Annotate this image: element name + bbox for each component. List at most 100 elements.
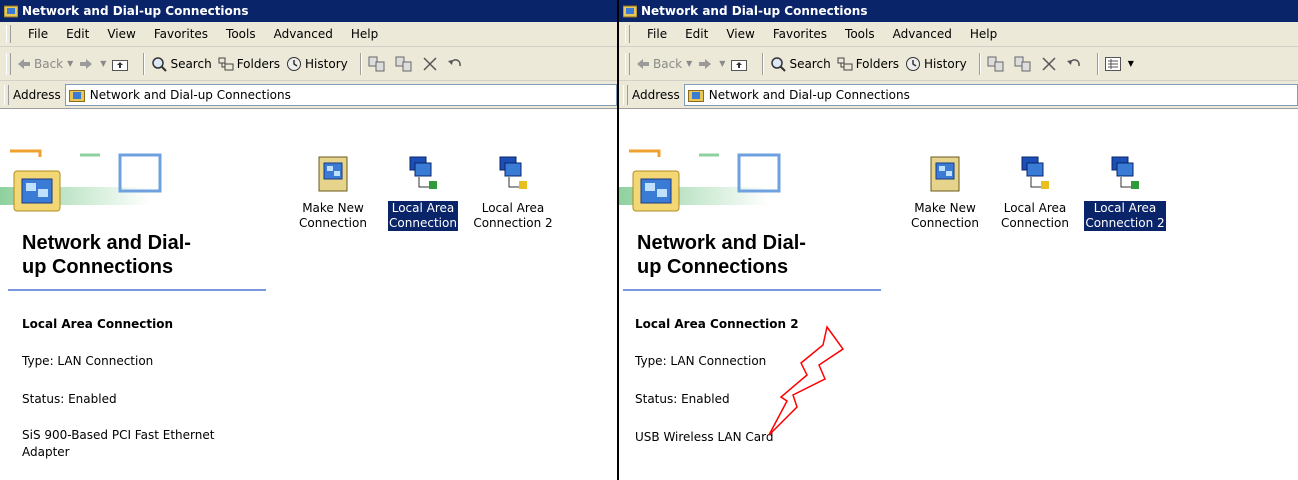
toolbar-separator	[359, 52, 362, 75]
lan-connection-icon	[409, 156, 437, 189]
copy-to-button[interactable]	[1014, 56, 1035, 72]
address-label: Address	[13, 87, 61, 102]
address-bar: Address Network and Dial-up Connections	[619, 81, 1298, 109]
local-area-connection-2-item[interactable]: Local Area Connection 2	[1080, 153, 1170, 231]
network-folder-icon	[68, 89, 85, 102]
dropdown-arrow-icon[interactable]: ▼	[719, 59, 725, 68]
menu-help[interactable]: Help	[342, 27, 387, 41]
undo-button[interactable]	[1066, 56, 1085, 72]
views-button[interactable]: ▼	[1104, 56, 1134, 71]
make-new-connection-item[interactable]: Make New Connection	[288, 153, 378, 231]
address-field[interactable]: Network and Dial-up Connections	[64, 83, 617, 106]
local-area-connection-item[interactable]: Local Area Connection	[990, 153, 1080, 231]
search-icon	[771, 56, 787, 72]
history-button[interactable]: History	[905, 56, 967, 72]
folders-button[interactable]: Folders	[837, 57, 899, 71]
back-button[interactable]: Back ▼	[17, 57, 73, 71]
icon-view: Make New Connection Local Area Connection …	[288, 153, 558, 231]
folders-label: Folders	[236, 56, 281, 71]
search-button[interactable]: Search	[770, 56, 831, 72]
item-adapter-line-1: SiS 900-Based PCI Fast Ethernet	[22, 428, 215, 442]
back-arrow-icon	[18, 58, 30, 69]
local-area-connection-2-item[interactable]: Local Area Connection 2	[468, 153, 558, 231]
toolbar-separator	[978, 52, 981, 75]
network-folder-icon	[623, 5, 637, 18]
delete-button[interactable]	[1041, 56, 1060, 72]
item-label-line: Connection	[911, 216, 979, 230]
address-field[interactable]: Network and Dial-up Connections	[683, 83, 1298, 106]
dropdown-arrow-icon[interactable]: ▼	[1128, 59, 1134, 68]
right-explorer-window: Network and Dial-up Connections File Edi…	[619, 0, 1298, 480]
item-status: Status: Enabled	[22, 392, 117, 406]
delete-button[interactable]	[422, 56, 441, 72]
item-label: Local Area Connection	[1000, 201, 1070, 231]
up-folder-icon	[112, 59, 129, 71]
dropdown-arrow-icon[interactable]: ▼	[67, 59, 73, 68]
menu-grip[interactable]	[6, 25, 11, 43]
item-adapter: SiS 900-Based PCI Fast Ethernet Adapter	[22, 427, 262, 461]
menu-view[interactable]: View	[717, 27, 763, 41]
search-icon	[152, 56, 168, 72]
address-bar: Address Network and Dial-up Connections	[0, 81, 617, 109]
folders-button[interactable]: Folders	[218, 57, 280, 71]
history-label: History	[305, 56, 348, 71]
toolbar-grip[interactable]	[625, 52, 630, 75]
delete-icon	[423, 56, 437, 71]
menu-edit[interactable]: Edit	[57, 27, 98, 41]
title-bar[interactable]: Network and Dial-up Connections	[0, 0, 617, 22]
undo-icon	[1066, 58, 1080, 66]
forward-button[interactable]: ▼	[79, 58, 106, 70]
make-new-connection-item[interactable]: Make New Connection	[900, 153, 990, 231]
copy-to-button[interactable]	[395, 56, 416, 72]
address-grip[interactable]	[623, 84, 628, 105]
menu-view[interactable]: View	[98, 27, 144, 41]
menu-favorites[interactable]: Favorites	[764, 27, 836, 41]
panel-title: Network and Dial- up Connections	[22, 231, 191, 279]
menu-grip[interactable]	[625, 25, 630, 43]
toolbar-grip[interactable]	[6, 52, 11, 75]
search-button[interactable]: Search	[151, 56, 212, 72]
history-button[interactable]: History	[286, 56, 348, 72]
folder-content: Network and Dial- up Connections Local A…	[0, 149, 617, 480]
item-label: Make New Connection	[910, 201, 980, 231]
local-area-connection-item[interactable]: Local Area Connection	[378, 153, 468, 231]
standard-toolbar: Back ▼ ▼ Search Folders History	[619, 47, 1298, 81]
lan-connection-icon	[1111, 156, 1139, 189]
title-divider	[8, 289, 266, 291]
item-adapter-line-2: Adapter	[22, 445, 70, 459]
title-bar[interactable]: Network and Dial-up Connections	[619, 0, 1298, 22]
back-button[interactable]: Back ▼	[636, 57, 692, 71]
move-to-button[interactable]	[987, 56, 1008, 72]
undo-button[interactable]	[447, 56, 466, 72]
panel-title-line-2: up Connections	[637, 256, 789, 278]
move-to-button[interactable]	[368, 56, 389, 72]
menu-edit[interactable]: Edit	[676, 27, 717, 41]
item-label-line: Local Area	[1093, 201, 1157, 215]
menu-bar: File Edit View Favorites Tools Advanced …	[0, 22, 617, 47]
up-folder-icon	[731, 59, 748, 71]
menu-help[interactable]: Help	[961, 27, 1006, 41]
up-folder-button[interactable]	[731, 57, 750, 71]
item-label-line: Connection	[299, 216, 367, 230]
menu-file[interactable]: File	[638, 27, 676, 41]
window-title: Network and Dial-up Connections	[641, 4, 868, 18]
item-label-line: Local Area	[391, 201, 455, 215]
panel-title-line-1: Network and Dial-	[637, 232, 806, 254]
menu-advanced[interactable]: Advanced	[265, 27, 342, 41]
window-title: Network and Dial-up Connections	[22, 4, 249, 18]
menu-tools[interactable]: Tools	[217, 27, 265, 41]
address-grip[interactable]	[4, 84, 9, 105]
dropdown-arrow-icon[interactable]: ▼	[100, 59, 106, 68]
toolbar-separator	[143, 52, 146, 75]
menu-tools[interactable]: Tools	[836, 27, 884, 41]
up-folder-button[interactable]	[112, 57, 131, 71]
back-label: Back	[653, 56, 683, 71]
move-to-icon	[987, 56, 1004, 71]
menu-advanced[interactable]: Advanced	[884, 27, 961, 41]
menu-file[interactable]: File	[19, 27, 57, 41]
dropdown-arrow-icon[interactable]: ▼	[686, 59, 692, 68]
forward-button[interactable]: ▼	[698, 58, 725, 70]
details-pane: Local Area Connection Type: LAN Connecti…	[22, 317, 262, 480]
panel-title-line-2: up Connections	[22, 256, 174, 278]
menu-favorites[interactable]: Favorites	[145, 27, 217, 41]
